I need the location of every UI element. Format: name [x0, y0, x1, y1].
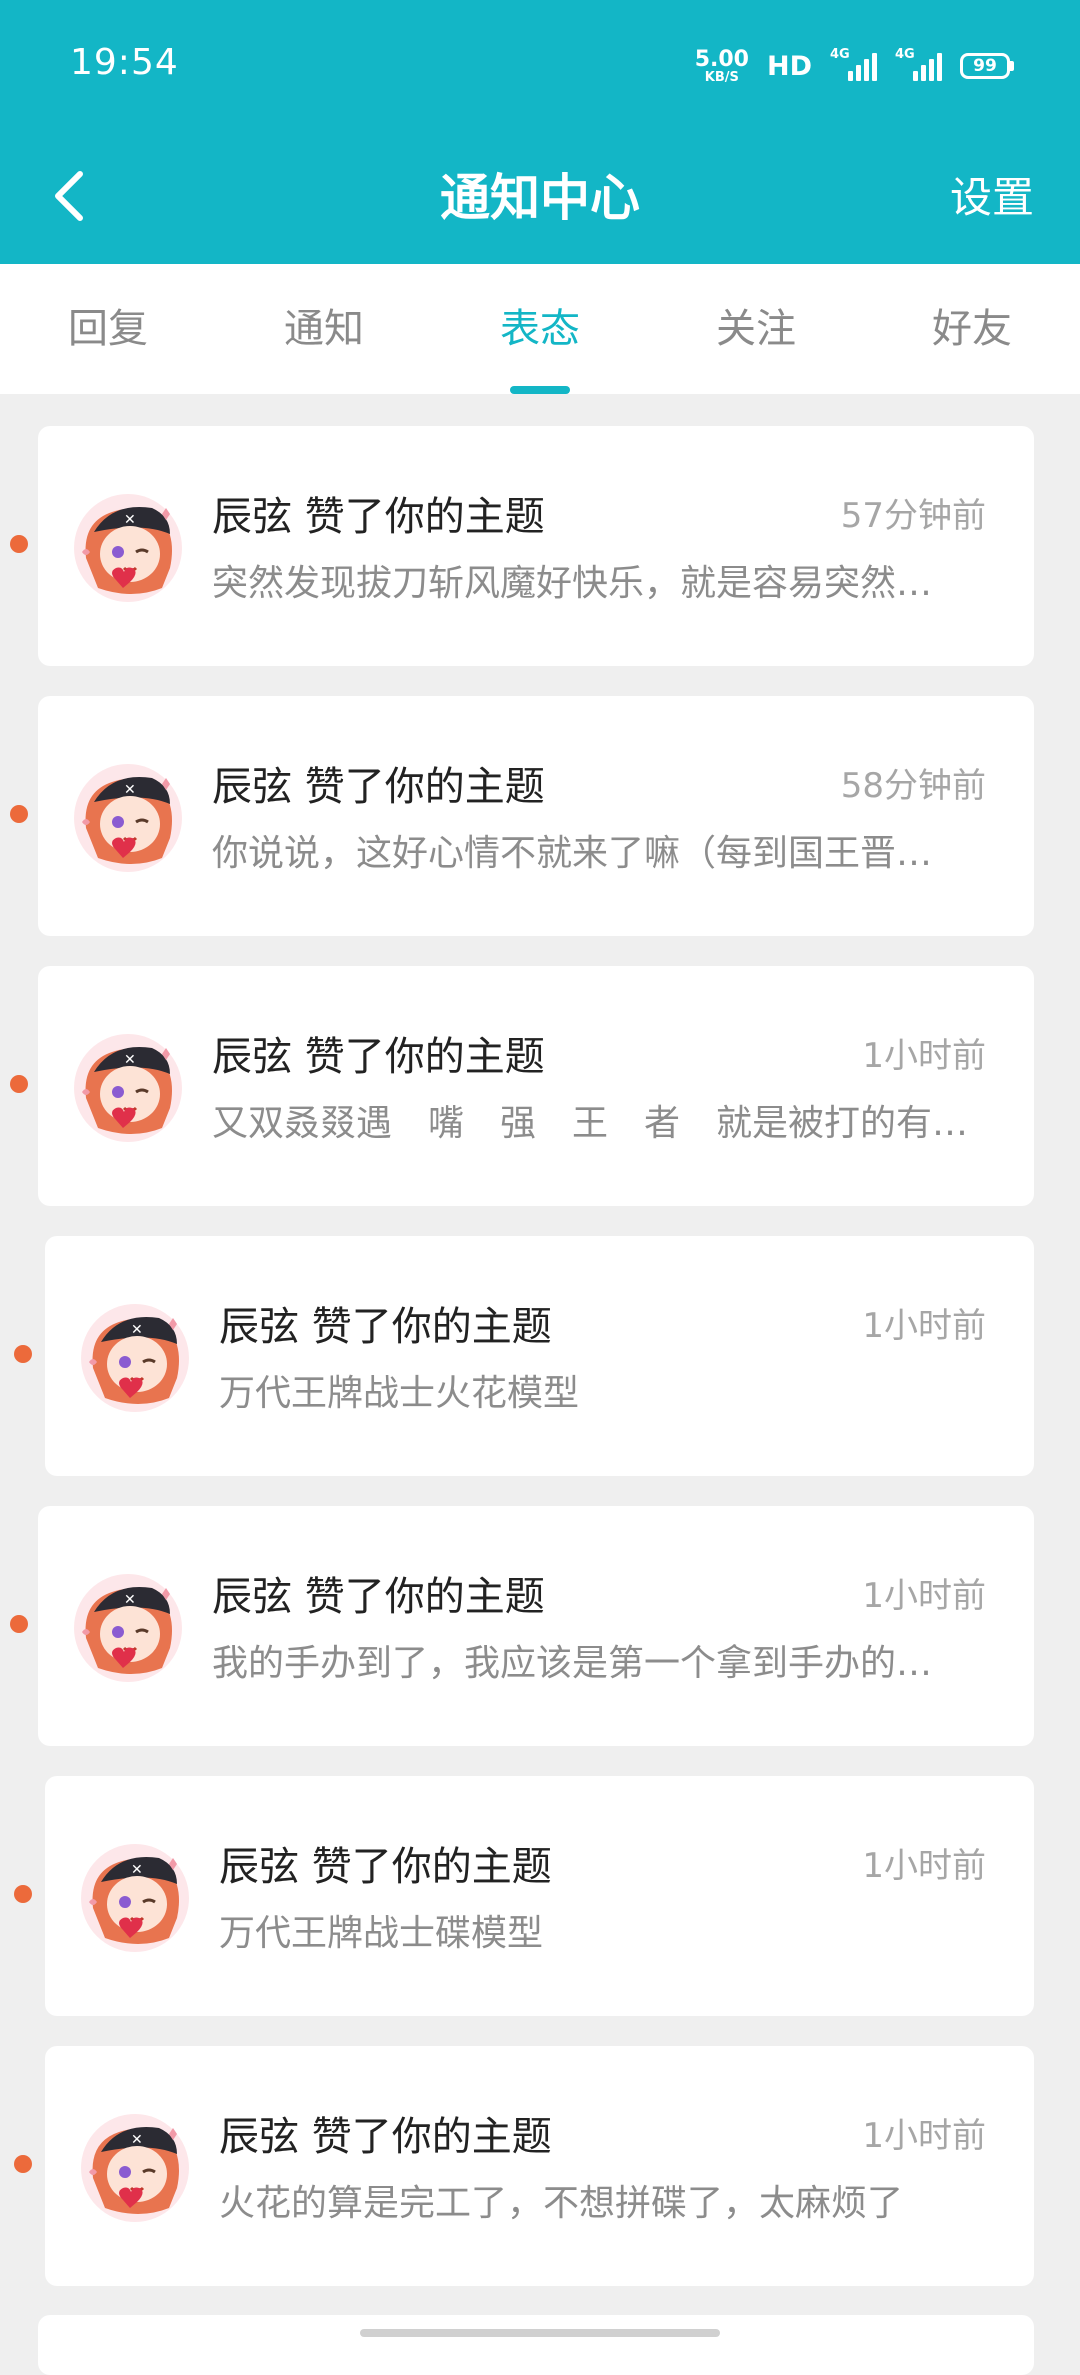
notification-card[interactable]: 辰弦 赞了你的主题 1小时前 又双叒叕遇 嘴 强 王 者 就是被打的有… — [38, 966, 1034, 1206]
notification-title: 辰弦 赞了你的主题 — [212, 1034, 545, 1080]
notification-time: 1小时前 — [862, 1576, 986, 1616]
notification-excerpt: 突然发现拔刀斩风魔好快乐，就是容易突然… — [212, 563, 933, 604]
notification-card[interactable]: 辰弦 赞了你的主题 1小时前 我的手办到了，我应该是第一个拿到手办的… — [38, 1506, 1034, 1746]
page-title: 通知中心 — [440, 169, 640, 227]
notification-title: 辰弦 赞了你的主题 — [219, 1844, 552, 1890]
battery-icon: 99 — [960, 53, 1014, 79]
notification-card[interactable]: 辰弦 赞了你的主题 1小时前 火花的算是完工了，不想拼碟了，太麻烦了 — [45, 2046, 1034, 2286]
notification-title: 辰弦 赞了你的主题 — [212, 1574, 545, 1620]
avatar[interactable] — [79, 1302, 191, 1414]
tab-follow[interactable]: 关注 — [648, 264, 864, 394]
notification-excerpt: 你说说，这好心情不就来了嘛（每到国王晋… — [212, 833, 933, 874]
notification-card[interactable]: 辰弦 赞了你的主题 1小时前 万代王牌战士火花模型 — [45, 1236, 1034, 1476]
notification-time: 58分钟前 — [840, 766, 986, 806]
unread-dot — [14, 1345, 32, 1363]
avatar[interactable] — [72, 492, 184, 604]
notification-excerpt: 火花的算是完工了，不想拼碟了，太麻烦了 — [219, 2183, 904, 2224]
unread-dot — [14, 2155, 32, 2173]
avatar[interactable] — [72, 1572, 184, 1684]
notification-excerpt: 我的手办到了，我应该是第一个拿到手办的… — [212, 1643, 933, 1684]
settings-button[interactable]: 设置 — [950, 150, 1034, 246]
notification-excerpt: 万代王牌战士碟模型 — [219, 1913, 544, 1954]
tab-reactions-label: 表态 — [500, 306, 580, 352]
home-indicator[interactable] — [360, 2329, 720, 2337]
app-header: 19:54 5.00 KB/S HD 4G 4G 99 通知中心 设置 — [0, 0, 1080, 264]
notification-card-partial[interactable] — [38, 2315, 1034, 2375]
notification-excerpt: 万代王牌战士火花模型 — [219, 1373, 580, 1414]
unread-dot — [10, 805, 28, 823]
avatar[interactable] — [72, 762, 184, 874]
notification-card[interactable]: 辰弦 赞了你的主题 57分钟前 突然发现拔刀斩风魔好快乐，就是容易突然… — [38, 426, 1034, 666]
notification-time: 1小时前 — [862, 1846, 986, 1886]
active-tab-indicator — [510, 386, 570, 394]
battery-level: 99 — [960, 53, 1010, 79]
notification-time: 1小时前 — [862, 2116, 986, 2156]
tab-notice[interactable]: 通知 — [216, 264, 432, 394]
tab-bar: 回复 通知 表态 关注 好友 — [0, 264, 1080, 394]
unread-dot — [10, 1615, 28, 1633]
unread-dot — [14, 1885, 32, 1903]
unread-dot — [10, 1075, 28, 1093]
status-time: 19:54 — [70, 42, 179, 83]
avatar[interactable] — [79, 2112, 191, 2224]
tab-reactions[interactable]: 表态 — [432, 264, 648, 394]
signal-icon: 4G — [895, 47, 942, 81]
signal-label: 4G — [830, 47, 850, 62]
notification-title: 辰弦 赞了你的主题 — [219, 2114, 552, 2160]
nav-bar: 通知中心 设置 — [0, 132, 1080, 264]
network-speed: 5.00 KB/S — [694, 46, 749, 85]
notification-time: 57分钟前 — [840, 496, 986, 536]
tab-reply[interactable]: 回复 — [0, 264, 216, 394]
unread-dot — [10, 535, 28, 553]
avatar[interactable] — [72, 1032, 184, 1144]
notification-title: 辰弦 赞了你的主题 — [212, 494, 545, 540]
notification-title: 辰弦 赞了你的主题 — [219, 1304, 552, 1350]
avatar[interactable] — [79, 1842, 191, 1954]
network-speed-unit: KB/S — [704, 69, 739, 85]
network-speed-value: 5.00 — [694, 46, 749, 72]
status-bar: 19:54 5.00 KB/S HD 4G 4G 99 — [0, 0, 1080, 132]
notification-card[interactable]: 辰弦 赞了你的主题 58分钟前 你说说，这好心情不就来了嘛（每到国王晋… — [38, 696, 1034, 936]
notification-time: 1小时前 — [862, 1306, 986, 1346]
status-icons: 5.00 KB/S HD 4G 4G 99 — [695, 44, 1014, 88]
tab-friends[interactable]: 好友 — [864, 264, 1080, 394]
notification-time: 1小时前 — [862, 1036, 986, 1076]
notification-excerpt: 又双叒叕遇 嘴 强 王 者 就是被打的有… — [212, 1103, 969, 1144]
signal-icon: 4G — [830, 47, 877, 81]
hd-icon: HD — [766, 50, 812, 82]
signal-label: 4G — [895, 47, 915, 62]
notification-card[interactable]: 辰弦 赞了你的主题 1小时前 万代王牌战士碟模型 — [45, 1776, 1034, 2016]
notification-title: 辰弦 赞了你的主题 — [212, 764, 545, 810]
